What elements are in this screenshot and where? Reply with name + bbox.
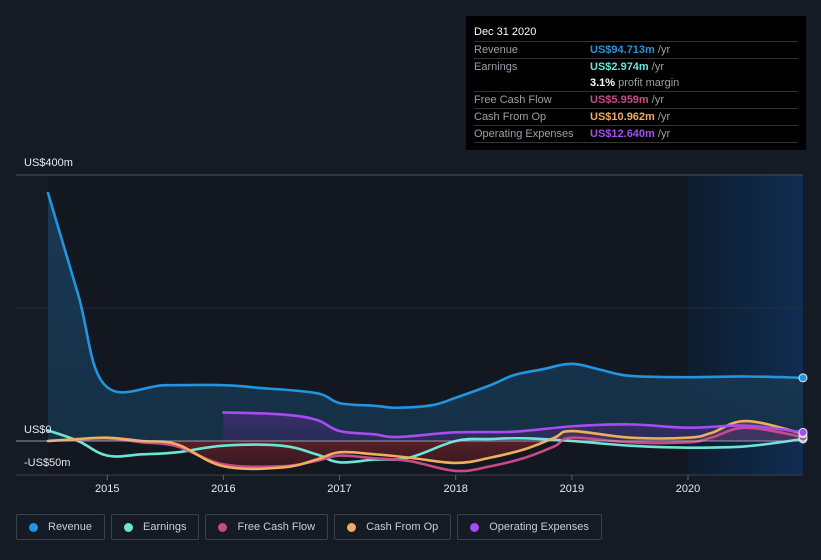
x-tick-label: 2015 [95, 483, 119, 495]
tooltip-row-label: Revenue [474, 44, 519, 56]
y-tick-label: US$0 [24, 424, 52, 436]
legend-label: Operating Expenses [489, 521, 589, 533]
tooltip-row: Cash From Op US$10.962m /yr [474, 109, 798, 126]
chart-legend: Revenue Earnings Free Cash Flow Cash From O… [16, 514, 602, 540]
legend-label: Revenue [48, 521, 93, 533]
legend-dot-icon [218, 522, 228, 532]
legend-item-earnings[interactable]: Earnings [111, 514, 200, 540]
legend-label: Earnings [143, 521, 187, 533]
tooltip-row-label: Earnings [474, 61, 518, 73]
y-tick-label: US$400m [24, 157, 73, 169]
tooltip-row-label: Operating Expenses [474, 128, 574, 140]
tooltip-row-label: Free Cash Flow [474, 94, 552, 106]
tooltip-row-label [474, 75, 590, 91]
y-tick-label: -US$50m [24, 457, 70, 469]
legend-item-revenue[interactable]: Revenue [16, 514, 106, 540]
tooltip-row: 3.1% profit margin [474, 75, 798, 92]
tooltip-row-value: US$94.713m [590, 44, 655, 56]
tooltip-row-value: US$5.959m [590, 94, 649, 106]
tooltip-row-value: US$2.974m [590, 61, 649, 73]
legend-item-operating-expenses[interactable]: Operating Expenses [457, 514, 602, 540]
legend-item-free-cash-flow[interactable]: Free Cash Flow [205, 514, 329, 540]
x-tick-label: 2020 [676, 483, 700, 495]
tooltip-row-value: US$12.640m [590, 128, 655, 140]
tooltip-panel: Dec 31 2020 Revenue US$94.713m /yr Earning… [466, 16, 806, 150]
tooltip-date: Dec 31 2020 [474, 24, 798, 42]
tooltip-row: Earnings US$2.974m /yr [474, 59, 798, 75]
tooltip-row-unit: /yr [654, 111, 671, 123]
tooltip-row-unit: /yr [654, 128, 671, 140]
tooltip-row: Operating Expenses US$12.640m /yr [474, 126, 798, 143]
tooltip-row-unit: /yr [648, 61, 664, 73]
tooltip-row: Free Cash Flow US$5.959m /yr [474, 92, 798, 109]
legend-label: Free Cash Flow [237, 521, 316, 533]
tooltip-row-value: 3.1% [590, 77, 616, 89]
legend-item-cash-from-op[interactable]: Cash From Op [334, 514, 452, 540]
tooltip-row-label: Cash From Op [474, 111, 547, 123]
tooltip-row-unit: /yr [654, 44, 671, 56]
legend-dot-icon [29, 522, 38, 532]
legend-dot-icon [347, 522, 357, 532]
x-tick-label: 2017 [327, 483, 351, 495]
tooltip-row-value: US$10.962m [590, 111, 655, 123]
tooltip-row: Revenue US$94.713m /yr [474, 42, 798, 59]
legend-dot-icon [470, 522, 480, 532]
legend-dot-icon [124, 522, 134, 532]
x-tick-label: 2016 [211, 483, 235, 495]
tooltip-row-unit: /yr [648, 94, 664, 106]
revenue-end-marker [798, 373, 808, 383]
tooltip-row-unit: profit margin [615, 77, 680, 89]
x-tick-label: 2018 [443, 483, 467, 495]
operating-expenses-end-marker [798, 427, 808, 437]
x-tick-label: 2019 [560, 483, 584, 495]
legend-label: Cash From Op [366, 521, 439, 533]
